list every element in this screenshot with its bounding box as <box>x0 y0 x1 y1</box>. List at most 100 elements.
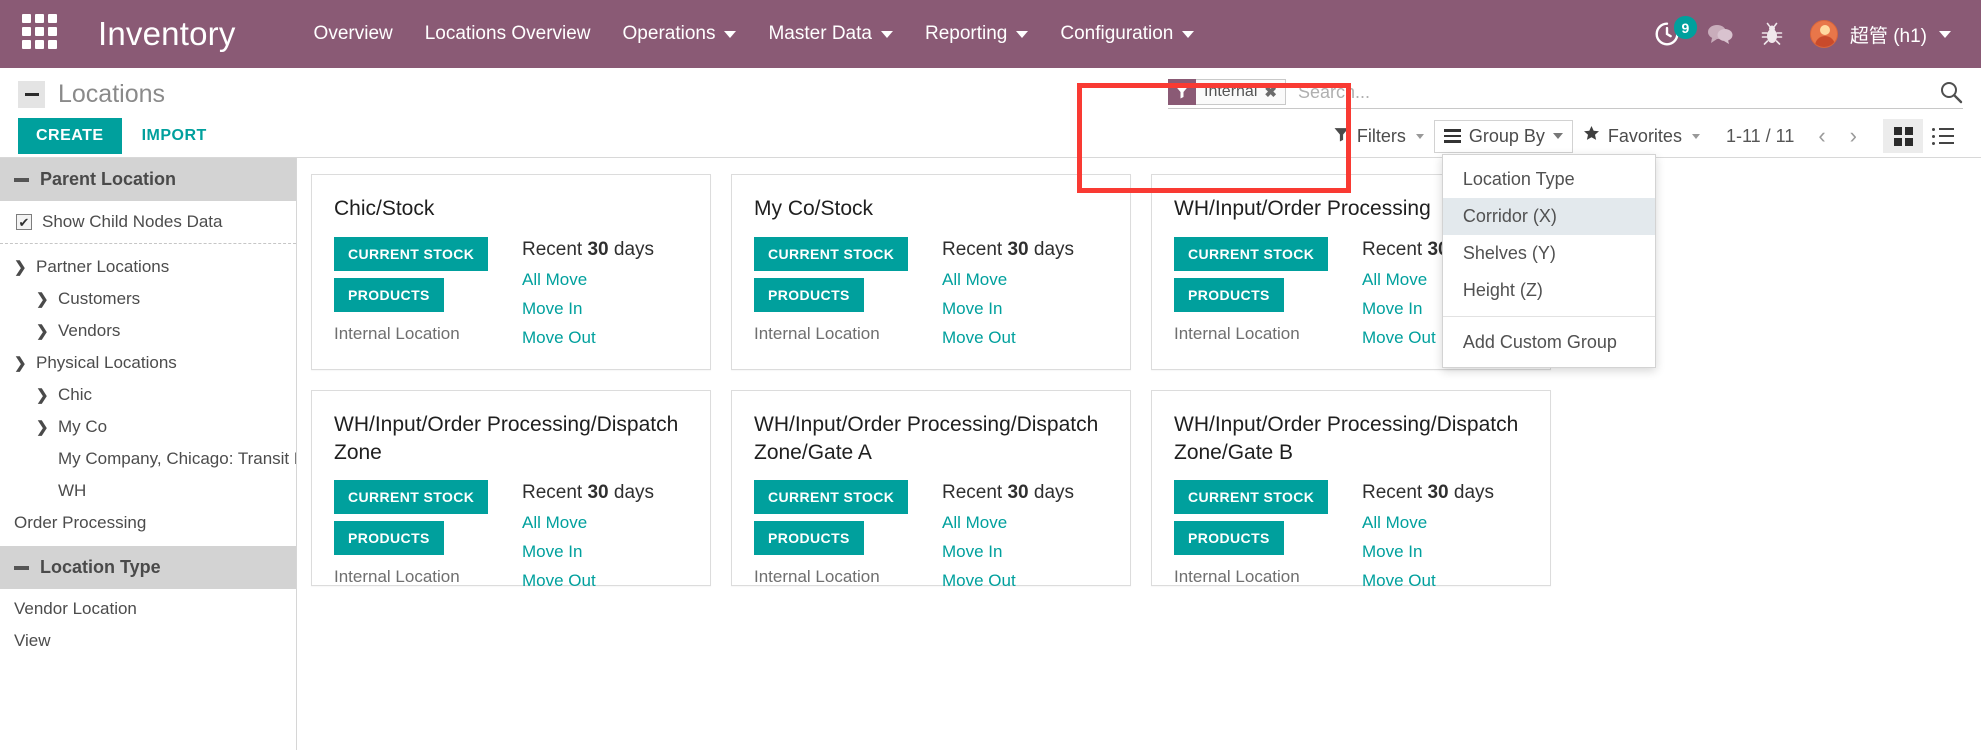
products-button[interactable]: PRODUCTS <box>754 278 864 312</box>
groupby-dropdown[interactable]: Group By <box>1433 119 1573 153</box>
menu-reporting[interactable]: Reporting <box>909 13 1044 55</box>
sidebar-item-chic[interactable]: ❯ Chic <box>0 379 296 411</box>
sidebar-item-customers[interactable]: ❯ Customers <box>0 283 296 315</box>
kanban-card[interactable]: My Co/Stock CURRENT STOCK PRODUCTS Inter… <box>731 174 1131 370</box>
move-out-link[interactable]: Move Out <box>522 571 654 591</box>
move-in-link[interactable]: Move In <box>522 542 654 562</box>
favorites-label: Favorites <box>1607 125 1682 146</box>
chevron-right-icon[interactable]: ❯ <box>36 418 58 436</box>
close-icon[interactable]: ✖ <box>1264 83 1277 101</box>
menu-configuration[interactable]: Configuration <box>1044 13 1210 55</box>
app-brand-title[interactable]: Inventory <box>98 15 236 53</box>
kanban-card[interactable]: Chic/Stock CURRENT STOCK PRODUCTS Intern… <box>311 174 711 370</box>
recent-prefix: Recent <box>942 481 1003 503</box>
all-move-link[interactable]: All Move <box>522 270 654 290</box>
create-button[interactable]: CREATE <box>18 118 122 154</box>
minus-icon <box>24 92 39 96</box>
menu-overview[interactable]: Overview <box>298 13 409 55</box>
move-out-link[interactable]: Move Out <box>942 571 1074 591</box>
groupby-item-height-z[interactable]: Height (Z) <box>1443 272 1655 309</box>
recent-days-value: 30 <box>587 481 609 503</box>
chevron-down-icon[interactable] <box>1415 133 1424 139</box>
show-child-nodes-checkbox-row[interactable]: ✔ Show Child Nodes Data <box>0 201 296 244</box>
move-out-link[interactable]: Move Out <box>1362 571 1494 591</box>
user-avatar <box>1809 20 1838 48</box>
chevron-right-icon[interactable]: › <box>1840 123 1867 149</box>
kanban-card[interactable]: WH/Input/Order Processing/Dispatch Zone/… <box>1151 390 1551 590</box>
move-out-link[interactable]: Move Out <box>522 328 654 348</box>
filters-dropdown[interactable]: Filters <box>1324 120 1416 153</box>
kanban-view-button[interactable] <box>1883 119 1923 153</box>
chat-bubble-icon[interactable] <box>1706 21 1734 47</box>
chevron-left-icon[interactable]: ‹ <box>1808 123 1835 149</box>
chevron-right-icon[interactable]: ❯ <box>36 290 58 308</box>
current-stock-button[interactable]: CURRENT STOCK <box>1174 479 1329 514</box>
current-stock-button[interactable]: CURRENT STOCK <box>754 479 909 514</box>
search-facet-value: Internal ✖ <box>1196 79 1286 105</box>
bug-icon[interactable] <box>1760 22 1784 46</box>
sidebar-item-wh[interactable]: WH <box>0 475 296 507</box>
sidebar-item-label: WH <box>58 481 87 500</box>
search-facet-internal[interactable]: Internal ✖ <box>1168 79 1286 105</box>
move-in-link[interactable]: Move In <box>1362 542 1494 562</box>
sidebar-item-vendor-location[interactable]: Vendor Location <box>0 589 296 625</box>
products-button[interactable]: PRODUCTS <box>754 520 864 555</box>
activity-menu[interactable]: 9 <box>1654 16 1697 47</box>
chevron-down-icon[interactable] <box>1691 133 1700 139</box>
groupby-item-corridor-x[interactable]: Corridor (X) <box>1442 197 1655 235</box>
chevron-down-icon[interactable]: ❯ <box>14 258 36 276</box>
all-move-link[interactable]: All Move <box>942 513 1074 533</box>
all-move-link[interactable]: All Move <box>522 513 654 533</box>
sidebar-section-parent-location[interactable]: Parent Location <box>0 158 296 201</box>
sidebar-item-physical-locations[interactable]: ❯ Physical Locations <box>0 347 296 379</box>
kanban-board: Chic/Stock CURRENT STOCK PRODUCTS Intern… <box>297 158 1981 750</box>
current-stock-button[interactable]: CURRENT STOCK <box>1174 237 1329 271</box>
move-in-link[interactable]: Move In <box>522 299 654 319</box>
sidebar-item-label: Physical Locations <box>36 353 177 372</box>
chevron-right-icon[interactable]: ❯ <box>36 322 58 340</box>
kanban-card-title: WH/Input/Order Processing/Dispatch Zone <box>334 413 679 465</box>
products-button[interactable]: PRODUCTS <box>334 520 444 555</box>
move-out-link[interactable]: Move Out <box>942 328 1074 348</box>
current-stock-button[interactable]: CURRENT STOCK <box>334 237 489 271</box>
products-button[interactable]: PRODUCTS <box>334 278 444 312</box>
search-input[interactable] <box>1285 81 1929 103</box>
products-button[interactable]: PRODUCTS <box>1174 278 1284 312</box>
import-button[interactable]: IMPORT <box>136 118 213 154</box>
current-stock-button[interactable]: CURRENT STOCK <box>754 237 909 271</box>
favorites-dropdown[interactable]: Favorites <box>1573 119 1692 153</box>
kanban-card[interactable]: WH/Input/Order Processing/Dispatch Zone/… <box>731 390 1131 590</box>
sidebar-item-order-processing[interactable]: Order Processing <box>0 507 296 539</box>
all-move-link[interactable]: All Move <box>1362 513 1494 533</box>
kanban-card-moves: Recent 30 days All Move Move In Move Out <box>942 480 1074 591</box>
groupby-item-shelves-y[interactable]: Shelves (Y) <box>1443 235 1655 272</box>
groupby-item-add-custom-group[interactable]: Add Custom Group <box>1443 324 1655 361</box>
sidebar-item-my-co[interactable]: ❯ My Co <box>0 411 296 443</box>
filters-label: Filters <box>1356 125 1406 146</box>
sidebar-item-view[interactable]: View <box>0 625 296 657</box>
chevron-right-icon[interactable]: ❯ <box>36 386 58 404</box>
collapse-toggle-button[interactable] <box>18 80 45 108</box>
checkbox-checked-icon[interactable]: ✔ <box>16 214 32 230</box>
move-in-link[interactable]: Move In <box>942 542 1074 562</box>
menu-master-data[interactable]: Master Data <box>752 13 908 55</box>
apps-grid-icon[interactable] <box>22 14 62 54</box>
groupby-item-location-type[interactable]: Location Type <box>1443 161 1655 198</box>
user-menu[interactable]: 超管 (h1) <box>1809 20 1951 48</box>
sidebar-item-transit-location[interactable]: My Company, Chicago: Transit Locati <box>0 443 296 475</box>
menu-locations-overview[interactable]: Locations Overview <box>409 13 607 55</box>
current-stock-button[interactable]: CURRENT STOCK <box>334 479 489 514</box>
move-in-link[interactable]: Move In <box>942 299 1074 319</box>
search-icon[interactable] <box>1939 80 1963 104</box>
list-view-button[interactable] <box>1923 119 1963 153</box>
chevron-down-icon[interactable]: ❯ <box>14 354 36 372</box>
kanban-card-title: WH/Input/Order Processing/Dispatch Zone/… <box>754 413 1099 465</box>
menu-operations[interactable]: Operations <box>607 13 753 55</box>
sidebar-item-partner-locations[interactable]: ❯ Partner Locations <box>0 251 296 283</box>
sidebar-item-label: Vendors <box>58 321 121 340</box>
sidebar-section-location-type[interactable]: Location Type <box>0 546 296 589</box>
all-move-link[interactable]: All Move <box>942 270 1074 290</box>
sidebar-item-vendors[interactable]: ❯ Vendors <box>0 315 296 347</box>
kanban-card[interactable]: WH/Input/Order Processing/Dispatch Zone … <box>311 390 711 590</box>
products-button[interactable]: PRODUCTS <box>1174 520 1284 555</box>
